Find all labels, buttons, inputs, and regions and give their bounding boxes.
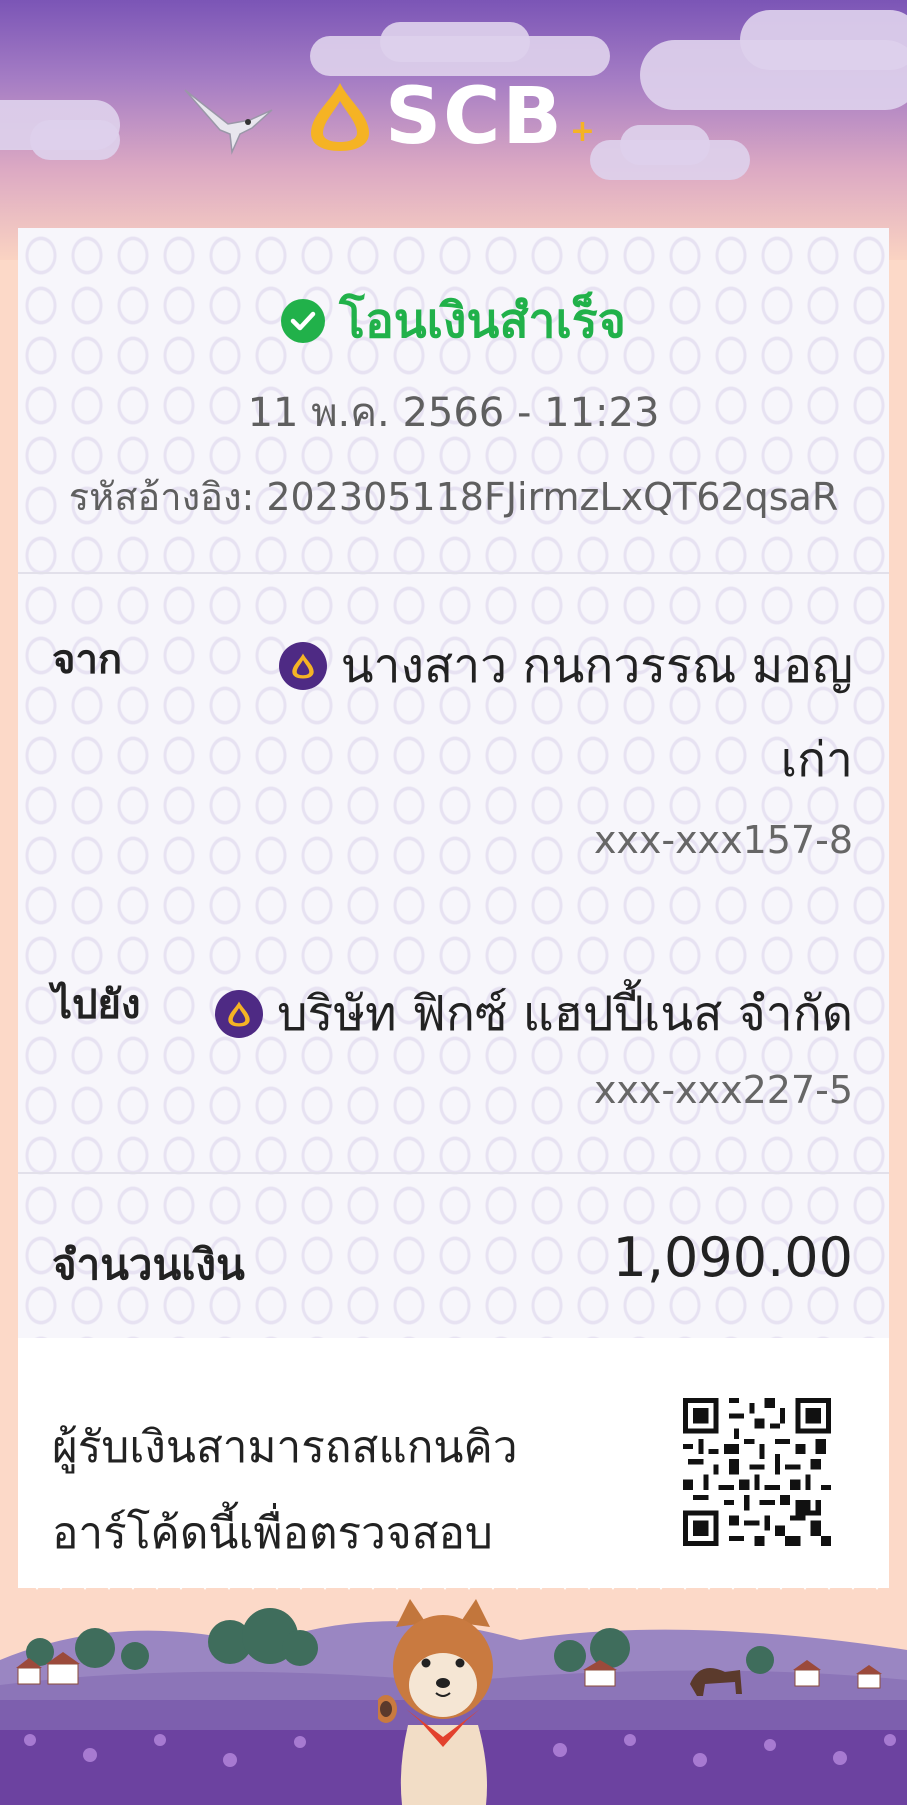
qr-instruction-line2: อาร์โค้ดนี้เพื่อตรวจสอบ — [52, 1508, 493, 1559]
divider — [18, 1172, 889, 1174]
to-label: ไปยัง — [52, 982, 141, 1028]
scb-logo: SCB + — [305, 72, 595, 162]
amount-value: 1,090.00 — [612, 1226, 853, 1289]
transfer-status: โอนเงินสำเร็จ — [0, 283, 907, 359]
from-label: จาก — [52, 637, 123, 683]
scb-bank-icon — [215, 990, 264, 1038]
scb-lotus-icon — [311, 83, 369, 151]
check-circle-icon — [281, 299, 326, 343]
sender-name-line1: นางสาว กนกวรรณ มอญ — [340, 638, 853, 694]
recipient-account: xxx-xxx227-5 — [593, 1068, 853, 1112]
qr-instruction-line1: ผู้รับเงินสามารถสแกนคิว — [52, 1422, 518, 1473]
qr-instruction: ผู้รับเงินสามารถสแกนคิว อาร์โค้ดนี้เพื่อ… — [52, 1405, 518, 1577]
brand-plus: + — [569, 113, 596, 149]
verification-qr-code[interactable] — [683, 1398, 831, 1546]
divider — [18, 572, 889, 574]
sender-name-line2: เก่า — [780, 732, 853, 788]
shiba-dog-illustration — [378, 1599, 493, 1805]
scb-bank-icon — [278, 642, 327, 690]
transaction-datetime: 11 พ.ค. 2566 - 11:23 — [247, 390, 660, 436]
reference-number: รหัสอ้างอิง: 202305118FJirmzLxQT62qsaR — [68, 475, 839, 519]
amount-label: จำนวนเงิน — [52, 1240, 245, 1289]
brand-name: SCB — [385, 72, 564, 162]
bird-illustration — [184, 89, 273, 155]
sender-name: นางสาว กนกวรรณ มอญ — [278, 628, 853, 704]
sender-account: xxx-xxx157-8 — [593, 818, 853, 862]
recipient-name-text: บริษัท ฟิกซ์ แฮปปี้เนส จำกัด — [277, 986, 853, 1042]
status-text: โอนเงินสำเร็จ — [339, 293, 626, 349]
recipient-name: บริษัท ฟิกซ์ แฮปปี้เนส จำกัด — [215, 976, 853, 1052]
